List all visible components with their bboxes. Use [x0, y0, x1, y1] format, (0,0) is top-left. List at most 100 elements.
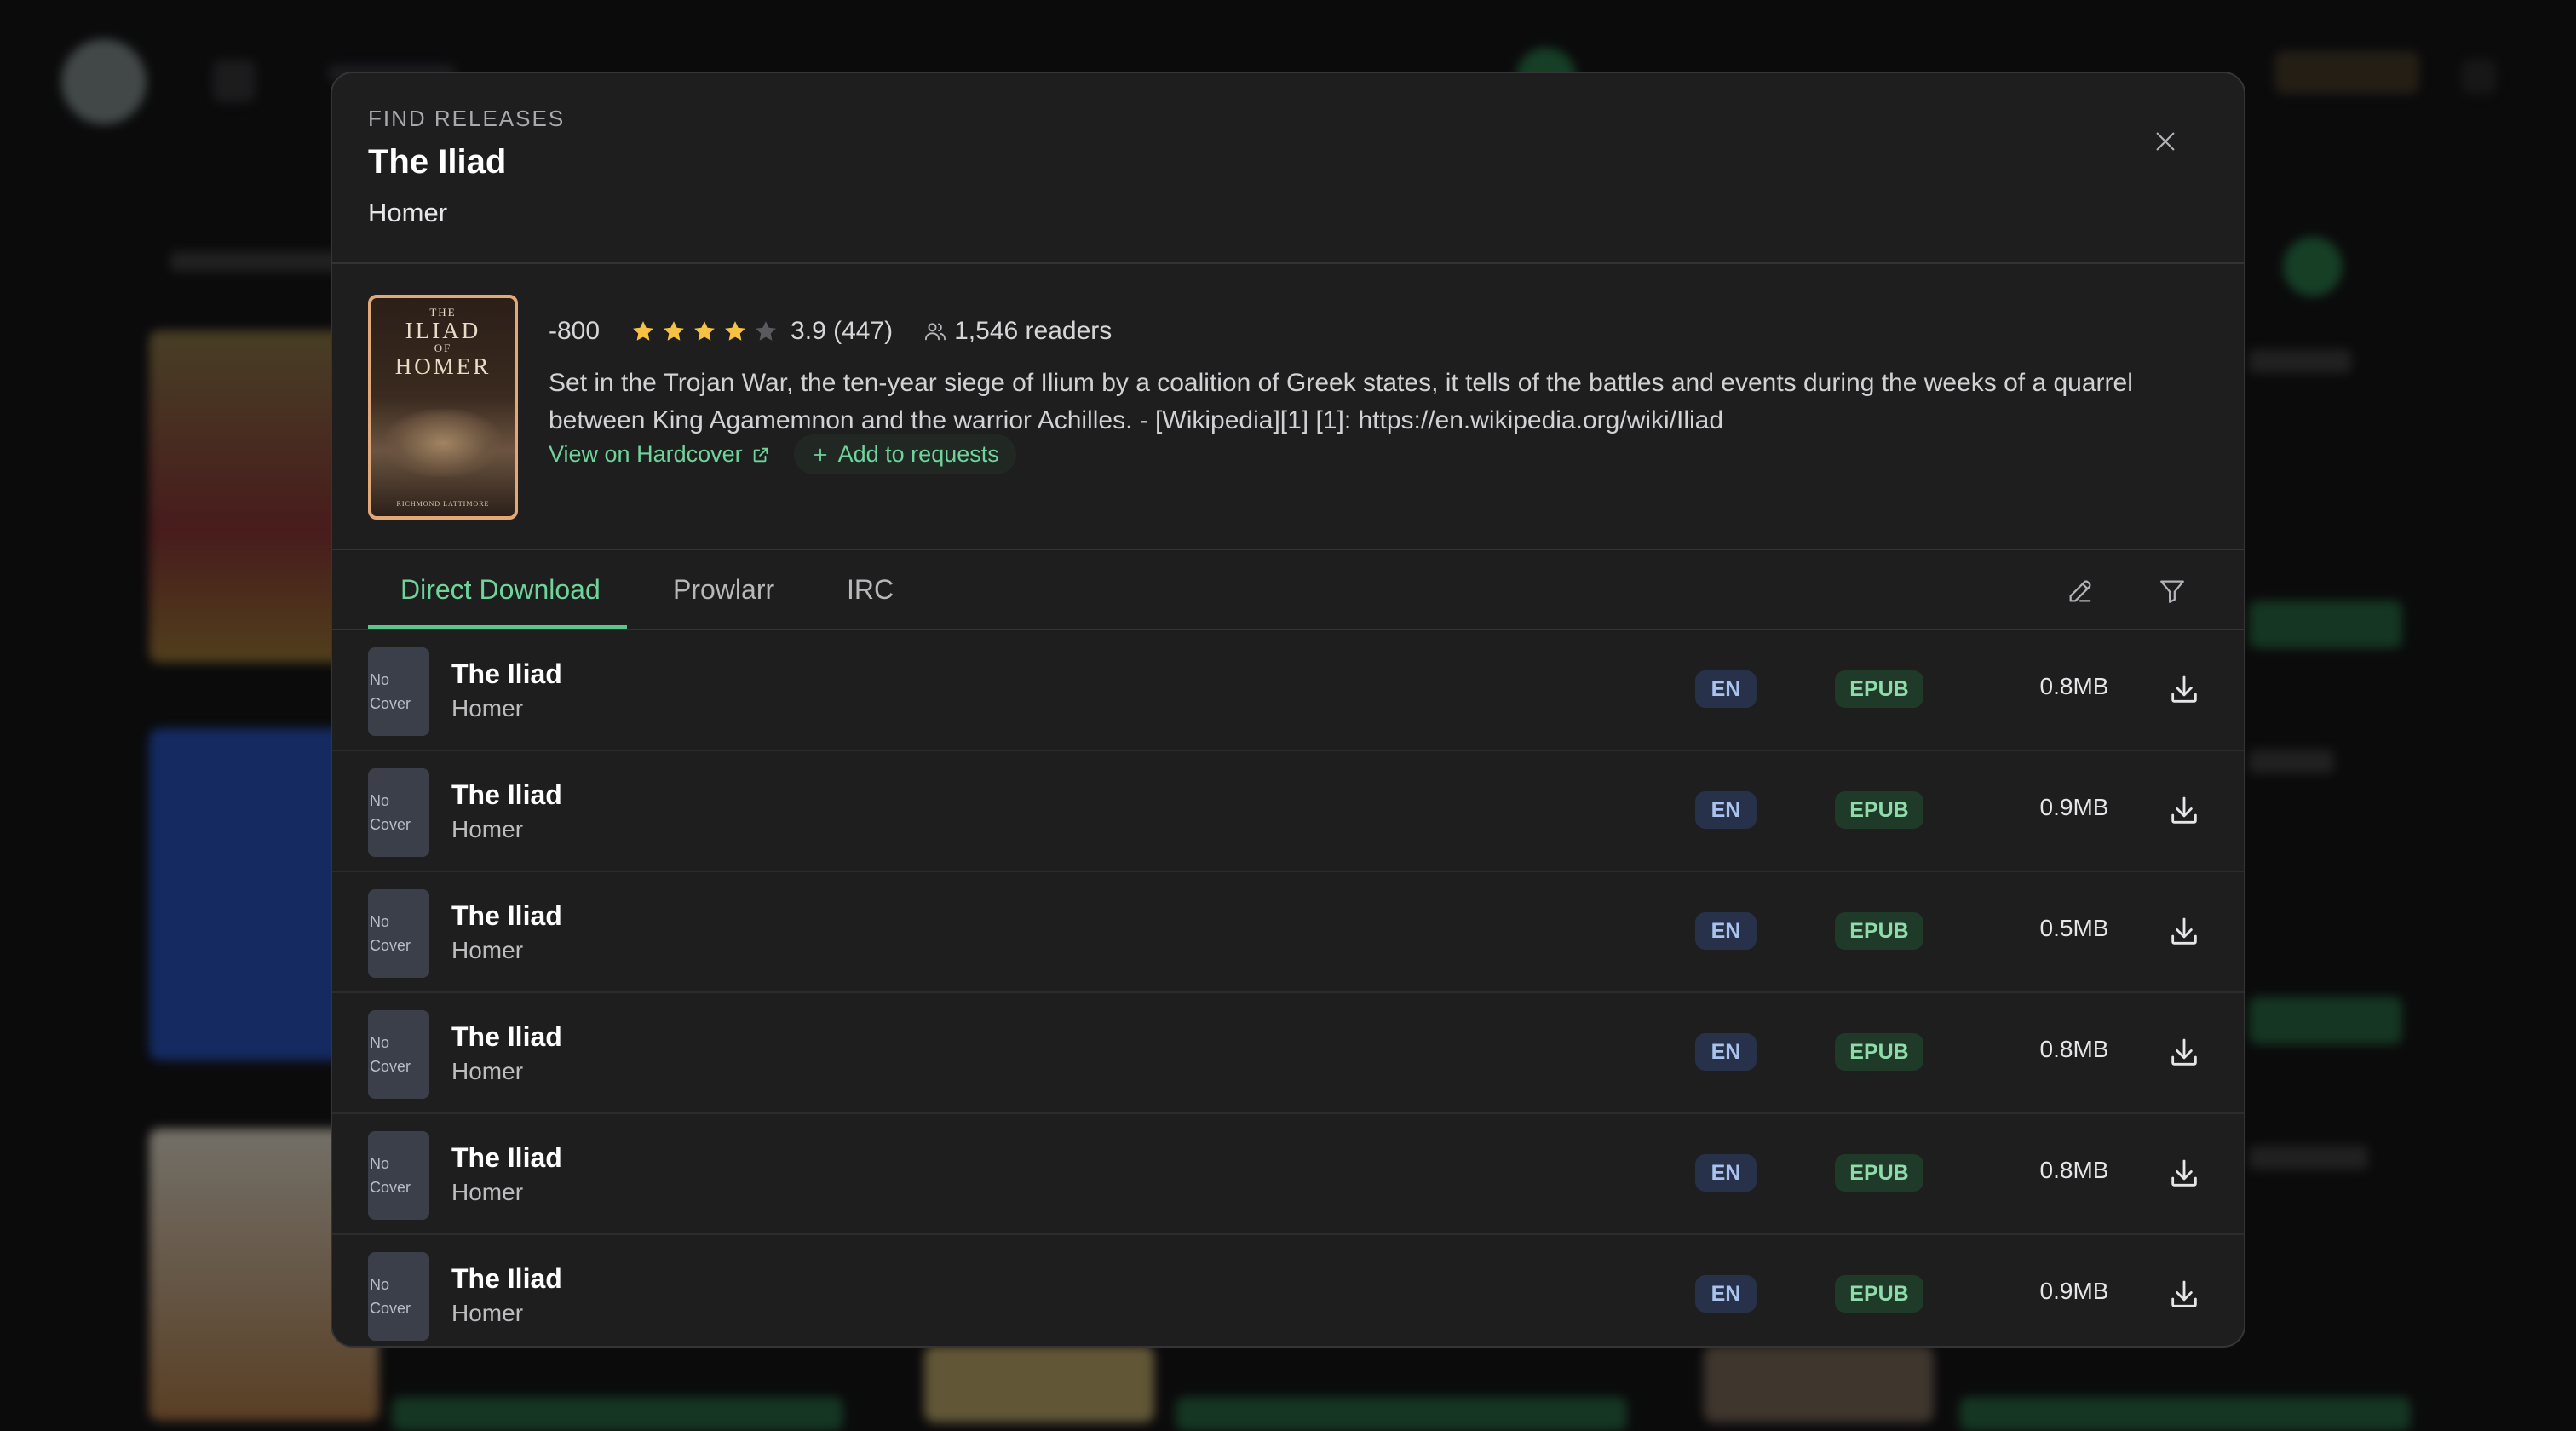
- language-badge: EN: [1695, 791, 1757, 829]
- release-row: No Cover The Iliad Homer EN EPUB 0.8MB: [332, 1114, 2244, 1235]
- download-button[interactable]: [2159, 785, 2210, 836]
- users-icon: [925, 323, 946, 341]
- release-author: Homer: [451, 1300, 524, 1326]
- download-button[interactable]: [2159, 1027, 2210, 1078]
- rating-stars: [630, 319, 779, 344]
- bg-book-card: [1704, 1346, 1934, 1422]
- cover-text: ILIAD: [405, 317, 481, 343]
- no-cover-placeholder: No Cover: [368, 1131, 429, 1220]
- file-size: 0.8MB: [2039, 1036, 2109, 1062]
- close-icon: [2156, 132, 2175, 151]
- release-author: Homer: [451, 1058, 524, 1084]
- download-icon: [2171, 1280, 2197, 1307]
- download-icon: [2171, 675, 2197, 703]
- format-badge: EPUB: [1835, 791, 1923, 829]
- language-badge: EN: [1695, 1033, 1757, 1071]
- no-cover-text: No Cover: [370, 913, 411, 954]
- find-releases-modal: FIND RELEASES The Iliad Homer THE ILIAD …: [331, 72, 2245, 1348]
- release-row: No Cover The Iliad Homer EN EPUB 0.5MB: [332, 872, 2244, 993]
- no-cover-placeholder: No Cover: [368, 768, 429, 857]
- add-to-requests-button[interactable]: Add to requests: [793, 434, 1016, 474]
- star-filled-icon: [664, 321, 684, 341]
- no-cover-text: No Cover: [370, 1155, 411, 1196]
- format-badge: EPUB: [1835, 670, 1923, 708]
- release-title: The Iliad: [451, 779, 562, 810]
- filter-icon: [2160, 580, 2184, 603]
- no-cover-placeholder: No Cover: [368, 1010, 429, 1099]
- bg-text: [2249, 349, 2351, 373]
- source-tabs: Direct Download Prowlarr IRC: [332, 550, 2244, 630]
- cover-text: OF: [434, 341, 452, 354]
- release-row: No Cover The Iliad Homer EN EPUB 0.9MB: [332, 751, 2244, 872]
- rating-text: 3.9 (447): [791, 317, 894, 345]
- book-meta-row: -800 3.9 (447) 1,546 readers: [549, 317, 1112, 346]
- download-button[interactable]: [2159, 664, 2210, 716]
- bg-button: [392, 1397, 843, 1431]
- download-icon: [2171, 1038, 2197, 1066]
- release-title: The Iliad: [451, 1263, 562, 1294]
- close-button[interactable]: [2142, 118, 2189, 165]
- readers-text: 1,546 readers: [954, 317, 1113, 345]
- tab-direct-download[interactable]: Direct Download: [400, 574, 601, 606]
- download-button[interactable]: [2159, 1269, 2210, 1320]
- bg-user-menu: [2274, 51, 2419, 94]
- cover-text: HOMER: [394, 353, 492, 379]
- file-size: 0.9MB: [2039, 1278, 2109, 1304]
- book-cover: THE ILIAD OF HOMER RICHMOND LATTIMORE: [368, 295, 518, 520]
- bg-button: [2249, 997, 2402, 1044]
- bg-settings: [2462, 60, 2496, 94]
- release-row: No Cover The Iliad Homer EN EPUB 0.8MB: [332, 630, 2244, 751]
- star-filled-icon: [694, 321, 715, 341]
- bg-text: [2249, 1146, 2368, 1170]
- bg-book-card: [149, 728, 354, 1060]
- cover-text: THE: [429, 306, 457, 319]
- download-icon: [2171, 917, 2197, 945]
- file-size: 0.8MB: [2039, 673, 2109, 699]
- add-to-requests-label: Add to requests: [837, 441, 999, 467]
- bg-text: [170, 251, 341, 272]
- bg-button: [2249, 601, 2402, 648]
- file-size: 0.5MB: [2039, 915, 2109, 941]
- book-actions: View on Hardcover Add to requests: [549, 434, 1016, 474]
- tab-irc[interactable]: IRC: [847, 574, 894, 606]
- release-author: Homer: [451, 695, 524, 721]
- view-on-hardcover-link[interactable]: View on Hardcover: [549, 441, 770, 468]
- edit-search-button[interactable]: [2061, 572, 2099, 610]
- download-icon: [2171, 796, 2197, 824]
- bg-button: [1176, 1397, 1627, 1431]
- bg-book-card: [149, 330, 354, 663]
- language-badge: EN: [1695, 1154, 1757, 1192]
- star-empty-icon: [756, 321, 776, 341]
- release-author: Homer: [451, 816, 524, 842]
- release-title: The Iliad: [451, 1021, 562, 1052]
- format-badge: EPUB: [1835, 1154, 1923, 1192]
- filter-button[interactable]: [2153, 572, 2191, 610]
- download-button[interactable]: [2159, 906, 2210, 957]
- language-badge: EN: [1695, 1275, 1757, 1313]
- format-badge: EPUB: [1835, 1275, 1923, 1313]
- active-tab-indicator: [368, 625, 627, 629]
- file-size: 0.9MB: [2039, 794, 2109, 820]
- star-filled-icon: [725, 321, 745, 341]
- format-badge: EPUB: [1835, 1033, 1923, 1071]
- release-title: The Iliad: [451, 900, 562, 931]
- download-icon: [2171, 1159, 2197, 1187]
- book-title: The Iliad: [368, 143, 507, 181]
- language-badge: EN: [1695, 912, 1757, 950]
- download-button[interactable]: [2159, 1148, 2210, 1199]
- external-link-icon: [753, 447, 768, 462]
- tab-prowlarr[interactable]: Prowlarr: [673, 574, 774, 606]
- release-author: Homer: [451, 1179, 524, 1205]
- hardcover-link-label: View on Hardcover: [549, 441, 743, 467]
- no-cover-text: No Cover: [370, 1034, 411, 1075]
- book-description: Set in the Trojan War, the ten-year sieg…: [549, 369, 2133, 434]
- bg-text: [2249, 750, 2334, 773]
- book-author: Homer: [368, 198, 448, 227]
- release-row: No Cover The Iliad Homer EN EPUB 0.9MB: [332, 1235, 2244, 1346]
- release-title: The Iliad: [451, 1142, 562, 1173]
- app-logo: [61, 39, 147, 124]
- bg-menu-button: [213, 60, 256, 102]
- no-cover-text: No Cover: [370, 792, 411, 833]
- bg-book-card: [924, 1346, 1154, 1422]
- plus-icon: [814, 448, 826, 461]
